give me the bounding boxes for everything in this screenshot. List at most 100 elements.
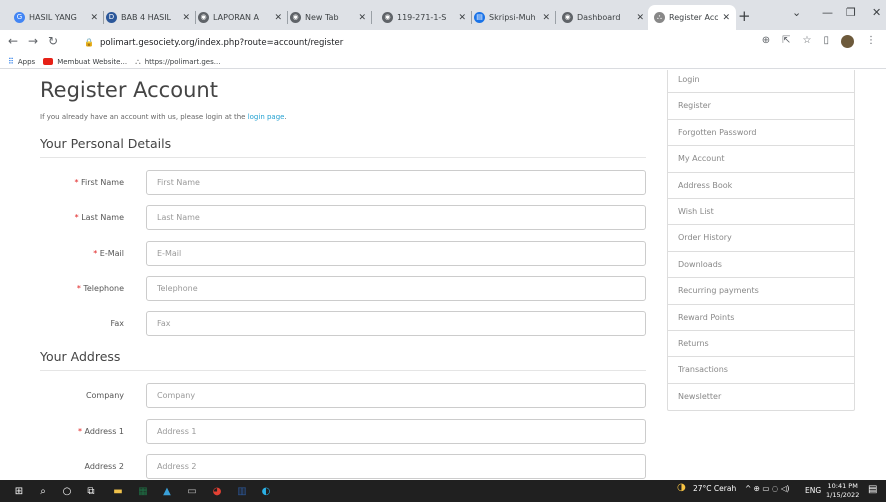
browser-tab[interactable]: ◉ Dashboard ✕ [556,5,650,30]
tab-title: HASIL YANG [29,13,77,22]
e-mail-input[interactable]: E-Mail [146,241,646,266]
fax-input[interactable]: Fax [146,311,646,336]
close-tab-icon[interactable]: ✕ [722,13,730,23]
sidebar-item-wish-list[interactable]: Wish List [668,199,854,226]
url-text: polimart.gesociety.org/index.php?route=a… [100,37,344,48]
bookmark-label: https://polimart.ges... [144,57,221,66]
bookmark-star-icon[interactable]: ☆ [803,35,812,48]
intro-text: If you already have an account with us, … [40,113,287,121]
sidebar-item-downloads[interactable]: Downloads [668,252,854,279]
notification-icon[interactable]: ▤ [868,484,877,495]
excel-icon[interactable]: ▦ [136,484,150,498]
weather-text[interactable]: 27°C Cerah [693,484,736,493]
sidebar-item-order-history[interactable]: Order History [668,225,854,252]
back-icon[interactable]: ← [8,34,18,48]
close-tab-icon[interactable]: ✕ [90,13,98,23]
edge-icon[interactable]: ◐ [259,484,273,498]
menu-icon[interactable]: ⋮ [866,35,876,48]
sidebar-item-forgotten-password[interactable]: Forgotten Password [668,120,854,147]
weather-icon[interactable]: ◑ [677,482,686,493]
share-icon[interactable]: ⇱ [782,35,790,48]
browser-tab[interactable]: G HASIL YANG ✕ [8,5,104,30]
sidebar-item-transactions[interactable]: Transactions [668,357,854,384]
tab-title: Dashboard [577,13,621,22]
maximize-icon[interactable]: ❐ [846,6,856,19]
tray-icons[interactable]: ^ ⊕ ▭ ◌ ◁) [745,484,789,493]
browser-tab[interactable]: D BAB 4 HASIL ✕ [100,5,196,30]
sidebar-item-recurring-payments[interactable]: Recurring payments [668,278,854,305]
browser-toolbar: ← → ↻ 🔒 polimart.gesociety.org/index.php… [0,30,886,55]
task-view-icon[interactable]: ⧉ [84,484,98,498]
sidebar-item-address-book[interactable]: Address Book [668,173,854,199]
bookmark-membuat-website[interactable]: Membuat Website... [43,58,127,66]
app-icon[interactable]: ▲ [160,484,174,498]
address-bar[interactable]: 🔒 polimart.gesociety.org/index.php?route… [84,33,864,52]
close-tab-icon[interactable]: ✕ [182,13,190,23]
tab-separator [371,11,372,24]
sidepanel-icon[interactable]: ▯ [823,35,829,48]
word-icon[interactable]: ▥ [235,484,249,498]
sidebar-item-returns[interactable]: Returns [668,331,854,358]
account-sidebar: Login Register Forgotten Password My Accoun… [667,70,855,412]
chrome-icon[interactable]: ◕ [210,484,224,498]
close-tab-icon[interactable]: ✕ [636,13,644,23]
tab-title: LAPORAN A [213,13,259,22]
page-content: Register Account If you already have an … [0,70,886,480]
field-label-text: First Name [81,178,124,187]
field-label: Address 2 [40,462,125,471]
windows-start-icon[interactable]: ⊞ [12,484,26,498]
browser-tab[interactable]: ◉ LAPORAN A ✕ [192,5,288,30]
bookmark-polimart[interactable]: ⛬ https://polimart.ges... [135,57,220,67]
sidebar-item-reward-points[interactable]: Reward Points [668,305,854,331]
field-label-text: Fax [110,319,124,328]
sidebar-item-my-account[interactable]: My Account [668,146,854,173]
language-indicator[interactable]: ENG [805,486,821,495]
forward-icon[interactable]: → [28,34,38,48]
field-label-text: Company [85,391,124,400]
telephone-input[interactable]: Telephone [146,276,646,301]
field-label-text: E-Mail [99,249,124,258]
tab-favicon-icon: ◉ [290,12,301,23]
clock-time: 10:41 PM [827,482,858,490]
bookmarks-bar: ⠿ Apps Membuat Website... ⛬ https://poli… [0,55,886,69]
sidebar-item-newsletter[interactable]: Newsletter [668,384,854,410]
search-icon[interactable]: ⌕ [36,484,50,498]
clock-date: 1/15/2022 [826,491,860,499]
lock-icon: 🔒 [84,38,94,47]
field-label: Fax [40,319,124,328]
tab-favicon-icon: ◉ [562,12,573,23]
sidebar-item-register[interactable]: Register [668,93,854,120]
sidebar-item-login[interactable]: Login [668,70,854,94]
reload-icon[interactable]: ↻ [48,34,58,48]
field-label: * Address 1 [40,427,124,436]
photos-icon[interactable]: ▭ [185,484,199,498]
file-explorer-icon[interactable]: ▬ [111,484,125,498]
close-tab-icon[interactable]: ✕ [458,13,466,23]
close-window-icon[interactable]: ✕ [872,6,881,19]
tab-favicon-icon: G [14,12,25,23]
browser-tab[interactable]: ◉ New Tab ✕ [284,5,372,30]
clock[interactable]: 10:41 PM 1/15/2022 [826,482,859,500]
profile-avatar[interactable] [841,35,854,48]
tab-favicon-icon: D [106,12,117,23]
browser-tab[interactable]: ▤ Skripsi-Muh ✕ [468,5,556,30]
browser-tab[interactable]: ◉ 119-271-1-S ✕ [376,5,472,30]
last-name-input[interactable]: Last Name [146,205,646,230]
close-tab-icon[interactable]: ✕ [358,13,366,23]
address-2-input[interactable]: Address 2 [146,454,646,479]
bookmark-apps[interactable]: ⠿ Apps [8,57,35,66]
section-address: Your Address [40,349,121,364]
login-page-link[interactable]: login page [248,113,285,121]
browser-tab[interactable]: ⛬ Register Acc ✕ [648,5,736,30]
zoom-icon[interactable]: ⊕ [762,35,770,48]
address-1-input[interactable]: Address 1 [146,419,646,444]
cortana-icon[interactable]: ○ [60,484,74,498]
tab-search-icon[interactable]: ⌄ [792,6,801,19]
close-tab-icon[interactable]: ✕ [542,13,550,23]
field-label: Company [40,391,124,400]
close-tab-icon[interactable]: ✕ [274,13,282,23]
minimize-icon[interactable]: — [822,6,833,19]
first-name-input[interactable]: First Name [146,170,646,195]
company-input[interactable]: Company [146,383,646,408]
new-tab-button[interactable]: + [738,7,751,25]
